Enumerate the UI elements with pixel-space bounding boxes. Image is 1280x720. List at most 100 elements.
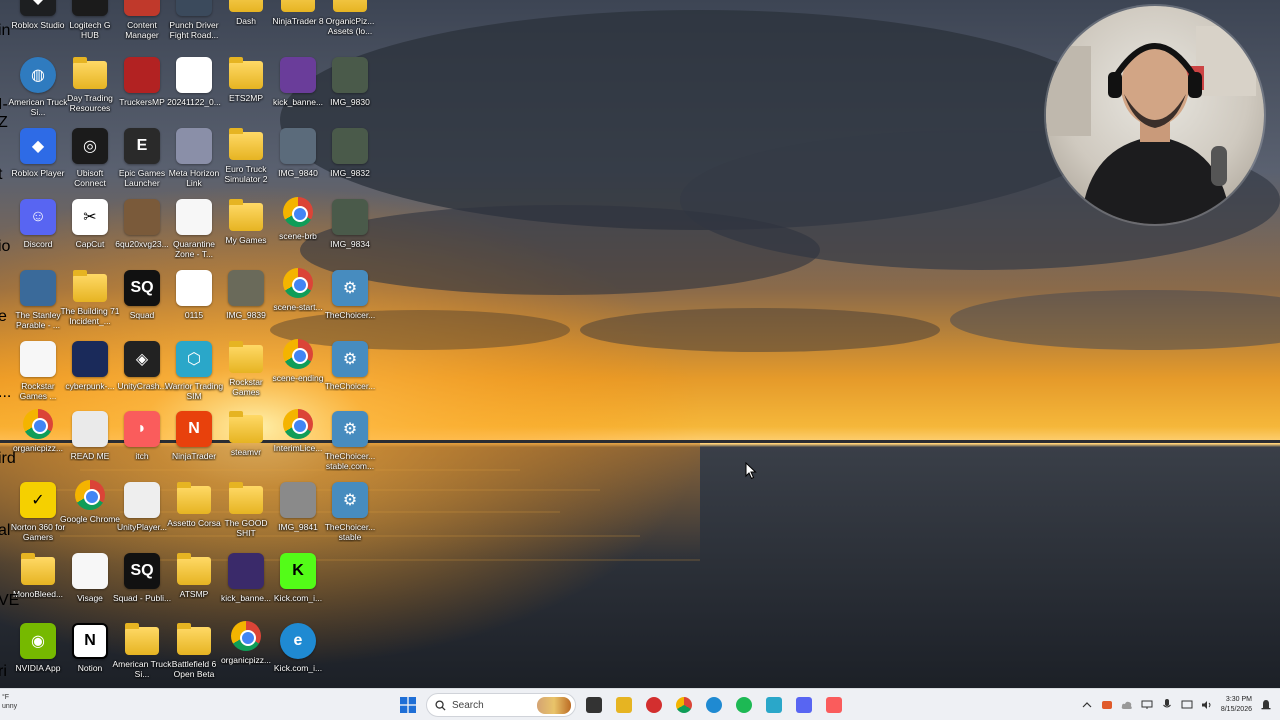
desktop-icon[interactable]: ⚙ TheChoicer... — [322, 339, 378, 407]
desktop-icon-label: Meta Horizon Link — [168, 168, 220, 188]
desktop-icon[interactable]: The Stanley Parable - ... — [10, 268, 66, 336]
desktop-icon[interactable]: READ ME — [62, 409, 118, 477]
desktop-icon[interactable]: ⚙ TheChoicer... stable.com... — [322, 409, 378, 477]
desktop-icon[interactable]: IMG_9834 — [322, 197, 378, 265]
desktop-icon[interactable]: Logitech G HUB — [62, 0, 118, 46]
desktop-icon[interactable]: American Truck Si... — [112, 621, 172, 689]
desktop-icon[interactable]: ◈ UnityCrash... — [114, 339, 170, 407]
desktop-icon[interactable]: kick_banne... — [270, 55, 326, 123]
desktop-icon[interactable]: kick_banne... — [218, 551, 274, 619]
itch-taskbar-button[interactable] — [822, 693, 846, 717]
folder-icon — [177, 482, 211, 514]
desktop-icon-label: IMG_9834 — [330, 239, 370, 249]
desktop-icon-label: Squad - Publi... — [112, 593, 172, 603]
desktop-icon[interactable]: Visage — [62, 551, 118, 619]
desktop-icon[interactable]: InterimLice... — [270, 409, 326, 477]
desktop-icon[interactable]: scene-brb — [270, 197, 326, 265]
spotify-button[interactable] — [732, 693, 756, 717]
desktop-icon[interactable]: ETS2MP — [218, 55, 274, 123]
desktop-icon[interactable]: ▶ 0115 — [166, 268, 222, 336]
desktop-icon[interactable]: Rockstar Games — [218, 339, 274, 407]
desktop-icon[interactable]: Content Manager — [114, 0, 170, 46]
desktop-icon[interactable]: N Notion — [62, 621, 118, 689]
desktop-icon[interactable]: ⚙ TheChoicer... stable — [322, 480, 378, 548]
desktop-icon[interactable]: The GOOD SHIT — [218, 480, 274, 548]
display-icon[interactable] — [1181, 699, 1193, 711]
taskbar-search[interactable]: Search — [426, 693, 576, 717]
truckersmp-icon — [124, 57, 160, 93]
desktop-icon[interactable]: organicpizz... — [218, 621, 274, 689]
desktop-icon[interactable]: 6qu20xvg23... — [114, 197, 170, 265]
task-view-button[interactable] — [582, 693, 606, 717]
microphone-icon[interactable] — [1161, 699, 1173, 711]
chevron-up-icon[interactable] — [1081, 699, 1093, 711]
desktop-icon[interactable]: E Epic Games Launcher — [114, 126, 170, 194]
discord-taskbar-button[interactable] — [792, 693, 816, 717]
desktop-icon[interactable]: Assetto Corsa — [166, 480, 222, 548]
desktop-icon[interactable]: SQ Squad — [114, 268, 170, 336]
clock[interactable]: 3:30 PM 8/15/2026 — [1221, 695, 1252, 715]
desktop-icon[interactable]: NinjaTrader 8 — [270, 0, 326, 46]
chrome-taskbar-button[interactable] — [672, 693, 696, 717]
cloud-icon[interactable] — [1121, 699, 1133, 711]
shield-app-button[interactable] — [762, 693, 786, 717]
desktop-icon[interactable]: e Kick.com_i... — [270, 621, 326, 689]
desktop-icon[interactable]: scene-ending — [270, 339, 326, 407]
desktop-icon[interactable]: The Building 71 Incident_... — [60, 268, 120, 336]
desktop-icon[interactable]: Rockstar Games ... — [10, 339, 66, 407]
desktop-icon[interactable]: IMG_9839 — [218, 268, 274, 336]
desktop-icon[interactable]: ⚙ TheChoicer... — [322, 268, 378, 336]
desktop-icon[interactable]: ✂ CapCut — [62, 197, 118, 265]
desktop-icon[interactable]: N NinjaTrader — [166, 409, 222, 477]
chrome-icon — [676, 697, 692, 713]
desktop-icon[interactable]: Euro Truck Simulator 2 — [218, 126, 274, 194]
weather-widget[interactable]: °F unny — [2, 693, 17, 711]
tray-app-icon[interactable] — [1101, 699, 1113, 711]
desktop-icon[interactable]: ✓ Norton 360 for Gamers — [10, 480, 66, 548]
desktop-icon[interactable]: cyberpunk-... — [62, 339, 118, 407]
edge-taskbar-button[interactable] — [702, 693, 726, 717]
desktop-icon[interactable]: IMG_9830 — [322, 55, 378, 123]
notification-icon[interactable] — [1260, 699, 1272, 711]
desktop-icon[interactable]: scene-start... — [270, 268, 326, 336]
file-explorer-button[interactable] — [612, 693, 636, 717]
desktop-icon[interactable]: K Kick.com_i... — [270, 551, 326, 619]
desktop-icon[interactable]: ⬡ Warrior Trading SIM — [165, 339, 223, 407]
desktop-icon[interactable]: Quarantine Zone - T... — [166, 197, 222, 265]
desktop-icon[interactable]: ◆ Roblox Studio — [10, 0, 66, 46]
desktop-icon[interactable]: ◎ Ubisoft Connect — [62, 126, 118, 194]
desktop-icon[interactable]: Punch Driver Fight Road... — [166, 0, 222, 46]
desktop-icon[interactable]: SQ Squad - Publi... — [112, 551, 172, 619]
desktop-icon[interactable]: IMG_9832 — [322, 126, 378, 194]
desktop-icon[interactable]: IMG_9841 — [270, 480, 326, 548]
desktop-icon[interactable]: ◉ NVIDIA App — [10, 621, 66, 689]
desktop-icon[interactable]: ◆ Roblox Player — [10, 126, 66, 194]
photo-icon — [280, 482, 316, 518]
desktop-icon[interactable]: TruckersMP — [114, 55, 170, 123]
folder-icon — [73, 57, 107, 89]
desktop-icon[interactable]: Dash — [218, 0, 274, 46]
volume-icon[interactable] — [1201, 699, 1213, 711]
desktop-icon[interactable]: Meta Horizon Link — [166, 126, 222, 194]
desktop-icon[interactable]: OrganicPiz... Assets (lo... — [322, 0, 378, 46]
partial-desktop-label: al — [0, 522, 11, 539]
capcut-icon: ✂ — [72, 199, 108, 235]
desktop-icon[interactable]: ▶ 20241122_0... — [166, 55, 222, 123]
start-button[interactable] — [396, 693, 420, 717]
obs-button[interactable] — [642, 693, 666, 717]
image-file-icon — [228, 553, 264, 589]
desktop-icon[interactable]: Day Trading Resources — [62, 55, 118, 123]
desktop-icon[interactable]: ◗ itch — [114, 409, 170, 477]
desktop-icon[interactable]: IMG_9840 — [270, 126, 326, 194]
desktop-icon[interactable]: ☺ Discord — [10, 197, 66, 265]
desktop-icon[interactable]: My Games — [218, 197, 274, 265]
desktop-icon[interactable]: Battlefield 6 Open Beta — [166, 621, 222, 689]
desktop-icon[interactable]: organicpizz... — [10, 409, 66, 477]
desktop-icon[interactable]: ATSMP — [166, 551, 222, 619]
desktop-icon[interactable]: steamvr — [218, 409, 274, 477]
desktop-icon[interactable]: UnityPlayer... — [114, 480, 170, 548]
network-icon[interactable] — [1141, 699, 1153, 711]
desktop-icon[interactable]: ◍ American Truck Si... — [8, 55, 68, 123]
desktop-icon-label: scene-brb — [279, 231, 317, 241]
desktop-icon[interactable]: Google Chrome — [60, 480, 120, 548]
